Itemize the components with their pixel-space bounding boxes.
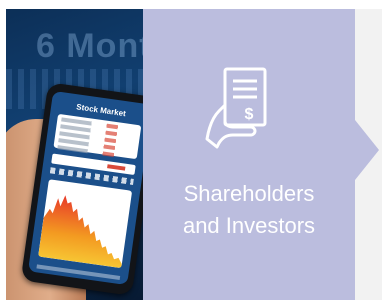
card-title-line-2: and Investors [182, 213, 316, 238]
phone-footer-links [36, 264, 121, 281]
shareholders-investors-card[interactable] [143, 9, 355, 300]
stage: 6 Month Stock Market [0, 0, 382, 300]
smartphone: Stock Market [20, 82, 143, 296]
card-arrow-pointer [355, 120, 379, 180]
background-month-text: 6 Month [36, 27, 143, 65]
document-dollar-hand-icon: $ [205, 67, 267, 149]
stock-market-photo: 6 Month Stock Market [6, 9, 143, 300]
card-title-line-1: Shareholders [183, 181, 315, 206]
stock-area-chart [38, 179, 133, 269]
card-title: Shareholders and Investors [143, 178, 355, 242]
svg-text:$: $ [245, 106, 254, 123]
phone-screen: Stock Market [27, 90, 143, 286]
stock-table [53, 113, 142, 160]
